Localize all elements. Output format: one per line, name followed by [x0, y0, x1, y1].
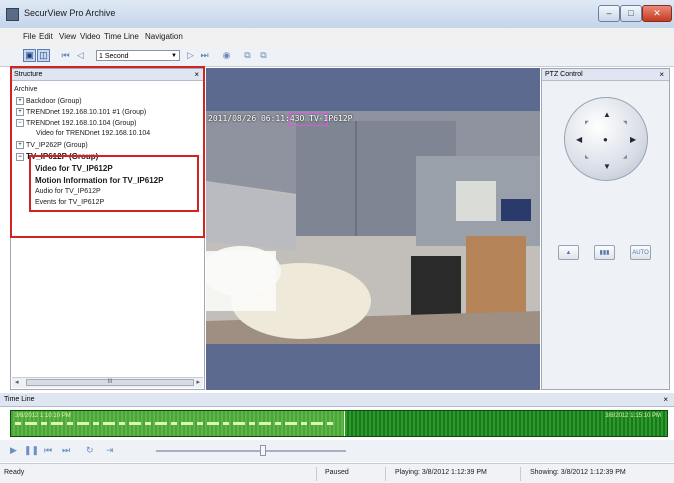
status-bar: Ready Paused Playing: 3/8/2012 1:12:39 P… [0, 463, 674, 483]
interval-select[interactable]: 1 Second ▼ [96, 50, 180, 61]
scroll-right-icon[interactable]: ▸ [196, 378, 200, 388]
ptz-control-panel: PTZ Control × ▲ ▼ ◀ ▶ ● ◤ ◥ ◣ ◢ ▲ ▮▮▮ AU… [541, 68, 670, 390]
loop-icon[interactable]: ↻ [86, 445, 94, 456]
timeline-close-icon[interactable]: × [663, 393, 668, 407]
tree-horizontal-scrollbar[interactable]: ◂ III ▸ [12, 377, 203, 388]
snapshot-icon[interactable]: ◉ [221, 50, 232, 61]
play-state: Paused [325, 469, 349, 476]
title-bar: SecurView Pro Archive – □ ✕ [0, 0, 674, 28]
minimize-button[interactable]: – [598, 5, 620, 22]
speed-slider[interactable] [156, 445, 346, 456]
app-icon [6, 8, 19, 21]
ptz-close-icon[interactable]: × [659, 69, 664, 81]
jump-icon[interactable]: ⇥ [106, 445, 114, 456]
close-button[interactable]: ✕ [642, 5, 672, 22]
dropdown-arrow-icon: ▼ [171, 53, 177, 59]
ptz-preset-button[interactable]: ▮▮▮ [594, 245, 615, 260]
step-forward-icon[interactable]: ▷ [185, 50, 196, 61]
ptz-direction-pad: ▲ ▼ ◀ ▶ ● ◤ ◥ ◣ ◢ [564, 97, 648, 181]
status-separator [316, 467, 317, 481]
layout-split-icon[interactable]: ◫ [37, 49, 50, 62]
interval-value: 1 Second [99, 53, 129, 60]
home-icon[interactable]: ● [603, 135, 608, 144]
timeline-title: Time Line [4, 396, 35, 403]
status-separator [385, 467, 386, 481]
camera-scene [206, 111, 540, 344]
step-back-icon[interactable]: ◁ [75, 50, 86, 61]
timeline-header: Time Line × [0, 393, 674, 407]
pan-down-left-icon[interactable]: ◣ [585, 154, 589, 160]
pan-up-left-icon[interactable]: ◤ [585, 120, 589, 126]
play-icon[interactable]: ▶ [10, 445, 17, 456]
pan-up-right-icon[interactable]: ◥ [623, 120, 627, 126]
video-timestamp-overlay: 2011/08/26 06:11:43O TV-IP612P [208, 114, 353, 123]
showing-time: Showing: 3/8/2012 1:12:39 PM [530, 469, 626, 476]
menu-edit[interactable]: Edit [39, 32, 53, 41]
pan-up-icon[interactable]: ▲ [603, 110, 611, 119]
window-title: SecurView Pro Archive [24, 8, 116, 18]
pan-left-icon[interactable]: ◀ [576, 135, 582, 144]
menu-navigation[interactable]: Navigation [145, 32, 183, 41]
previous-icon[interactable]: ⏮ [44, 445, 52, 456]
timeline-start-label: 3/8/2012 1:10:10 PM [15, 413, 71, 419]
pan-down-icon[interactable]: ▼ [603, 162, 611, 171]
speed-slider-knob[interactable] [260, 445, 266, 456]
ptz-auto-button[interactable]: AUTO [630, 245, 651, 260]
playing-time: Playing: 3/8/2012 1:12:39 PM [395, 469, 487, 476]
next-icon[interactable]: ⏭ [62, 445, 70, 456]
ptz-focus-button[interactable]: ▲ [558, 245, 579, 260]
ptz-title: PTZ Control [545, 71, 583, 78]
jump-end-icon[interactable]: ⏭ [199, 50, 210, 61]
status-text: Ready [4, 469, 25, 476]
scroll-left-icon[interactable]: ◂ [15, 378, 19, 388]
ptz-header: PTZ Control × [542, 69, 669, 81]
jump-start-icon[interactable]: ⏮ [60, 50, 71, 61]
maximize-button[interactable]: □ [620, 5, 642, 22]
layout-single-icon[interactable]: ▣ [23, 49, 36, 62]
recording-band [15, 422, 335, 425]
app-window: SecurView Pro Archive – □ ✕ File Edit Vi… [0, 0, 674, 483]
pause-icon[interactable]: ❚❚ [24, 445, 39, 456]
scroll-thumb[interactable]: III [26, 379, 194, 386]
timeline-track[interactable]: 3/8/2012 1:10:10 PM 3/8/2012 1:15:10 PM [10, 410, 668, 437]
menu-time-line[interactable]: Time Line [104, 32, 139, 41]
export-icon[interactable]: ⧉ [258, 50, 269, 61]
timeline-end-label: 3/8/2012 1:15:10 PM [605, 413, 661, 419]
camera-feed[interactable]: 2011/08/26 06:11:43O TV-IP612P [206, 111, 540, 344]
overlay-highlight [288, 113, 328, 126]
playback-controls: ▶ ❚❚ ⏮ ⏭ ↻ ⇥ [0, 440, 674, 462]
highlight-box-inner [29, 155, 199, 212]
copy-icon[interactable]: ⧉ [242, 50, 253, 61]
menu-file[interactable]: File [23, 32, 36, 41]
pan-down-right-icon[interactable]: ◢ [623, 154, 627, 160]
menu-bar: File Edit View Video Time Line Navigatio… [0, 28, 674, 46]
highlight-box-outer [10, 66, 205, 238]
toolbar: ▣ ◫ ⏮ ◁ 1 Second ▼ ▷ ⏭ ◉ ⧉ ⧉ [0, 46, 674, 67]
menu-view[interactable]: View [59, 32, 76, 41]
pan-right-icon[interactable]: ▶ [630, 135, 636, 144]
menu-video[interactable]: Video [80, 32, 100, 41]
status-separator [520, 467, 521, 481]
